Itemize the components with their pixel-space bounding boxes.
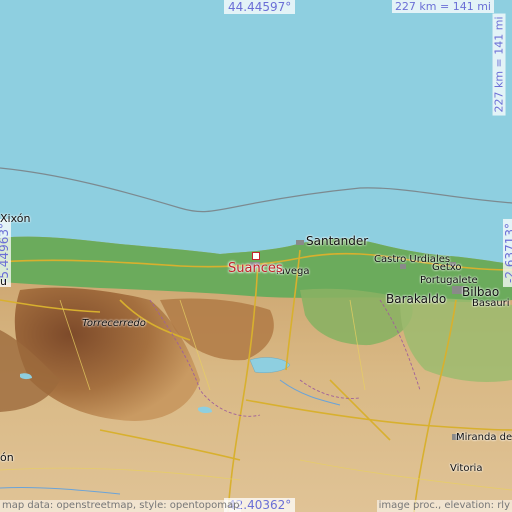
place-left-edge: u [0,275,7,288]
scale-label-right: 227 km = 141 mi [492,13,506,116]
place-torrecerredo: Torrecerredo [82,318,146,329]
place-santander: Santander [306,234,369,248]
attribution-left: map data: openstreetmap, style: opentopo… [0,500,242,512]
attribution-right: image proc., elevation: rly [376,500,512,512]
place-basauri: Basauri [472,298,510,309]
place-barakaldo: Barakaldo [386,292,447,306]
place-left-bottom: ón [0,451,14,464]
place-bilbao: Bilbao [462,285,500,299]
east-coordinate: -2.63713° [503,219,512,287]
place-xixon: Xixón [0,212,31,225]
location-marker[interactable] [252,252,260,260]
map-view[interactable]: 44.44597° 42.40362° -5.44963° -2.63713° … [0,0,512,512]
place-getxo: Getxo [432,262,462,273]
place-miranda: Miranda de [456,432,512,443]
place-vitoria: Vitoria [450,463,483,474]
highlighted-place-suances[interactable]: Suances [228,262,283,276]
north-coordinate: 44.44597° [224,0,296,14]
scale-label-top: 227 km = 141 mi [391,0,494,13]
